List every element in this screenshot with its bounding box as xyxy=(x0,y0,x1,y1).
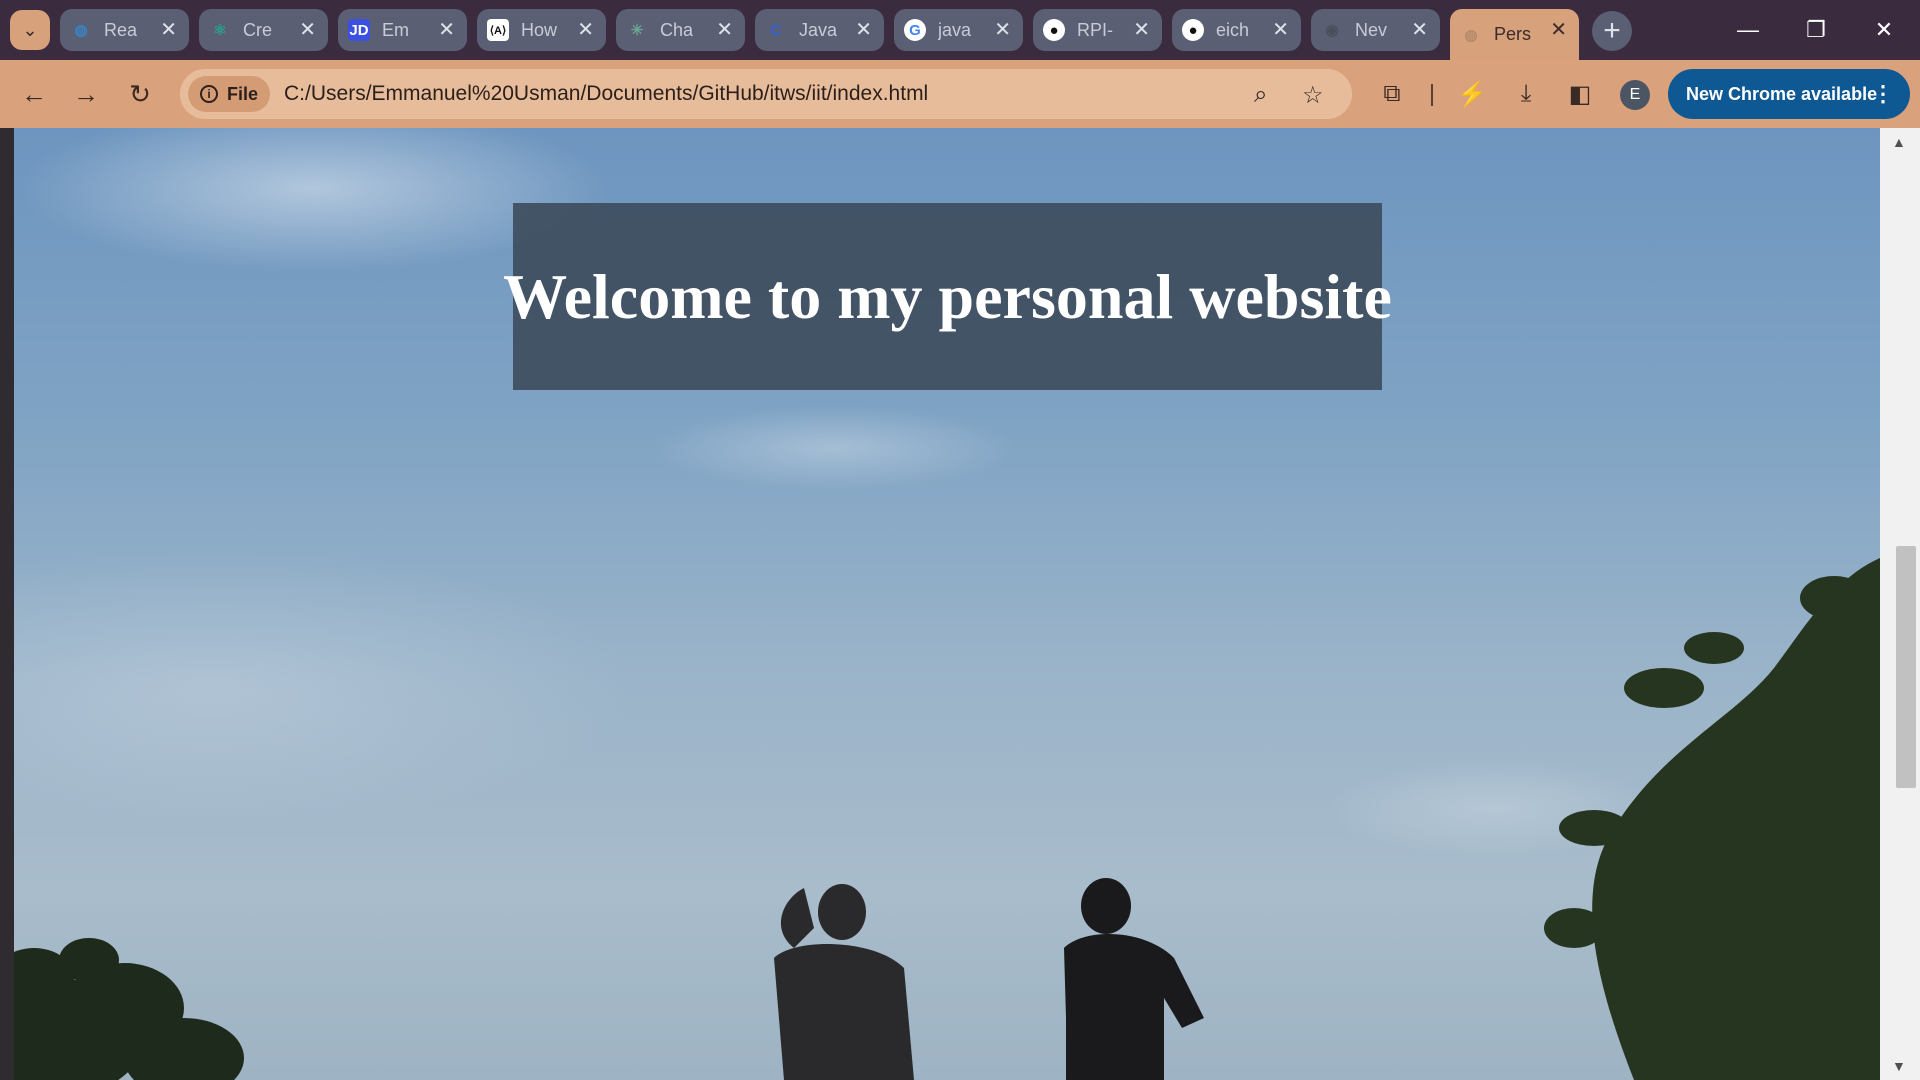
tab-close-icon[interactable]: ✕ xyxy=(160,17,177,42)
browser-toolbar: ← → ↻ i File C:/Users/Emmanuel%20Usman/D… xyxy=(0,60,1920,128)
tab-search-button[interactable]: ⌄ xyxy=(10,10,50,50)
download-icon: ⤓ xyxy=(1520,80,1532,107)
jd-icon: JD xyxy=(348,19,370,41)
restore-button[interactable]: ❐ xyxy=(1782,0,1850,60)
tab-title: Pers xyxy=(1494,24,1532,44)
tab-title: Java xyxy=(799,19,838,40)
tab-title: How xyxy=(521,19,558,40)
star-icon[interactable]: ☆ xyxy=(1302,81,1324,110)
update-chrome-button[interactable]: New Chrome available ⋮ xyxy=(1668,69,1910,119)
reload-icon: ↻ xyxy=(129,78,151,109)
scroll-up-arrow-icon[interactable]: ▲ xyxy=(1892,134,1906,150)
tab-title: Cha xyxy=(660,19,694,40)
zoom-icon[interactable]: ⌕ xyxy=(1254,81,1267,109)
chevron-down-icon: ⌄ xyxy=(22,19,38,40)
minimize-icon: — xyxy=(1737,17,1759,42)
tab-strip: ⌄ ◍ Rea ✕ ⚛ Cre ✕ JD Em ✕ ⟨A⟩ How ✕ ✳ Cha ✕ C Java ✕ Gjava… xyxy=(0,0,1920,60)
github-icon: ● xyxy=(1043,19,1065,41)
toolbar-separator xyxy=(1431,84,1433,106)
close-window-button[interactable]: ✕ xyxy=(1850,0,1918,60)
globe-icon: ◍ xyxy=(74,22,88,39)
browser-tab[interactable]: ● eich ✕ xyxy=(1172,9,1301,51)
new-tab-button[interactable]: + xyxy=(1592,11,1632,51)
page-viewport: Welcome to my personal website ▲ ▼ xyxy=(0,128,1920,1080)
tab-title: Cre xyxy=(243,19,273,40)
performance-button[interactable]: ⚡ xyxy=(1454,76,1490,112)
puzzle-icon: ⧉ xyxy=(1383,80,1401,107)
tab-title: Nev xyxy=(1355,19,1388,40)
tab-title: Em xyxy=(382,19,409,40)
browser-tab[interactable]: ⚛ Cre ✕ xyxy=(199,9,328,51)
minimize-button[interactable]: — xyxy=(1714,0,1782,60)
tab-list: ◍ Rea ✕ ⚛ Cre ✕ JD Em ✕ ⟨A⟩ How ✕ ✳ Cha ✕ C Java ✕ Gjava ✕ ●… xyxy=(60,9,1589,60)
tab-close-icon[interactable]: ✕ xyxy=(438,17,455,42)
site-info-chip[interactable]: i File xyxy=(188,76,271,112)
downloads-button[interactable]: ⤓ xyxy=(1508,76,1544,112)
browser-tab[interactable]: ✳ Cha ✕ xyxy=(616,9,745,51)
tab-close-icon[interactable]: ✕ xyxy=(855,17,872,42)
chatgpt-icon: ✳ xyxy=(630,22,644,39)
tab-close-icon[interactable]: ✕ xyxy=(1272,17,1289,42)
right-tree-foliage xyxy=(1544,558,1880,1080)
left-tree-foliage xyxy=(14,938,244,1080)
browser-tab[interactable]: JD Em ✕ xyxy=(338,9,467,51)
address-bar[interactable]: i File C:/Users/Emmanuel%20Usman/Documen… xyxy=(180,69,1352,119)
browser-tab[interactable]: ◍ Rea ✕ xyxy=(60,9,189,51)
github-icon: ● xyxy=(1182,19,1204,41)
react-icon: ⚛ xyxy=(213,22,227,39)
side-panel-icon: ◧ xyxy=(1568,80,1592,108)
site-info-label: File xyxy=(227,83,259,104)
extensions-button[interactable]: ⧉ xyxy=(1374,76,1410,112)
tab-close-icon[interactable]: ✕ xyxy=(994,17,1011,42)
arrow-left-icon: ← xyxy=(21,78,47,109)
url-text[interactable]: C:/Users/Emmanuel%20Usman/Documents/GitH… xyxy=(284,82,928,106)
browser-tab[interactable]: Gjava ✕ xyxy=(894,9,1023,51)
hero-section: Welcome to my personal website xyxy=(14,128,1880,1080)
info-icon: i xyxy=(200,85,218,103)
tab-title: RPI- xyxy=(1077,19,1113,40)
browser-tab[interactable]: ◉ Nev ✕ xyxy=(1311,9,1440,51)
tab-title: java xyxy=(938,19,972,40)
arrow-right-icon: → xyxy=(73,78,99,109)
page-heading: Welcome to my personal website xyxy=(503,260,1392,332)
browser-tab[interactable]: C Java ✕ xyxy=(755,9,884,51)
update-chrome-label: New Chrome available xyxy=(1686,83,1878,104)
forward-button[interactable]: → xyxy=(66,74,106,114)
restore-icon: ❐ xyxy=(1806,17,1826,42)
tab-title: Rea xyxy=(104,19,138,40)
side-panel-button[interactable]: ◧ xyxy=(1562,76,1598,112)
scrollbar-thumb[interactable] xyxy=(1896,546,1916,788)
chrome-icon: ◉ xyxy=(1325,22,1339,39)
back-button[interactable]: ← xyxy=(14,74,54,114)
tab-close-icon[interactable]: ✕ xyxy=(577,17,594,42)
kebab-menu-icon[interactable]: ⋮ xyxy=(1872,81,1894,107)
tab-title: eich xyxy=(1216,19,1250,40)
tab-close-icon[interactable]: ✕ xyxy=(1411,17,1428,42)
welcome-banner: Welcome to my personal website xyxy=(503,203,1392,390)
code-icon: ⟨A⟩ xyxy=(487,19,509,41)
person-left xyxy=(774,884,914,1080)
tab-close-icon[interactable]: ✕ xyxy=(299,17,316,42)
reload-button[interactable]: ↻ xyxy=(120,74,160,114)
tab-close-icon[interactable]: ✕ xyxy=(716,17,733,42)
c-icon: C xyxy=(770,21,782,39)
scroll-down-arrow-icon[interactable]: ▼ xyxy=(1892,1058,1906,1074)
plus-icon: + xyxy=(1603,14,1621,47)
browser-tab[interactable]: ● RPI- ✕ xyxy=(1033,9,1162,51)
google-icon: G xyxy=(904,19,926,41)
vertical-scrollbar[interactable]: ▲ ▼ xyxy=(1880,128,1920,1080)
gauge-icon: ⚡ xyxy=(1457,80,1487,108)
close-icon: ✕ xyxy=(1874,17,1894,42)
tab-close-icon[interactable]: ✕ xyxy=(1133,17,1150,42)
browser-tab[interactable]: ⟨A⟩ How ✕ xyxy=(477,9,606,51)
person-right xyxy=(1064,878,1204,1080)
browser-tab[interactable]: ◍ Pers ✕ xyxy=(1450,9,1579,60)
profile-avatar[interactable]: E xyxy=(1620,80,1650,110)
globe-icon: ◍ xyxy=(1464,26,1478,44)
tab-close-icon[interactable]: ✕ xyxy=(1550,17,1567,42)
